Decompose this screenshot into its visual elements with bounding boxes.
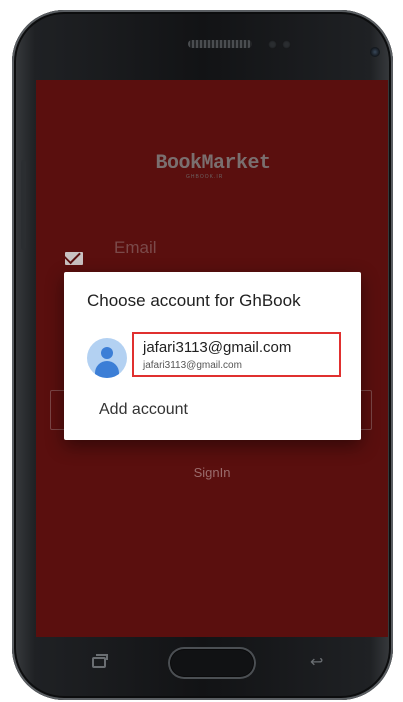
recents-icon[interactable] — [92, 654, 108, 668]
light-sensor — [282, 40, 291, 49]
account-email-secondary: jafari3113@gmail.com — [143, 360, 242, 371]
avatar-head — [101, 347, 113, 359]
person-icon — [87, 338, 127, 378]
choose-account-dialog: Choose account for GhBook jafari3113@gma… — [64, 272, 361, 440]
proximity-sensor — [268, 40, 277, 49]
account-email: jafari3113@gmail.com — [143, 339, 292, 356]
add-account-button[interactable]: Add account — [99, 401, 188, 419]
earpiece-speaker — [188, 40, 252, 48]
home-button[interactable] — [168, 647, 256, 679]
dialog-title: Choose account for GhBook — [87, 291, 301, 310]
avatar-body — [95, 361, 119, 378]
volume-button — [21, 160, 26, 250]
account-item[interactable]: jafari3113@gmail.com jafari3113@gmail.co… — [64, 330, 361, 386]
back-icon[interactable]: ↩ — [310, 654, 326, 670]
front-camera — [370, 47, 380, 57]
navigation-bar: ↩ — [60, 645, 350, 687]
